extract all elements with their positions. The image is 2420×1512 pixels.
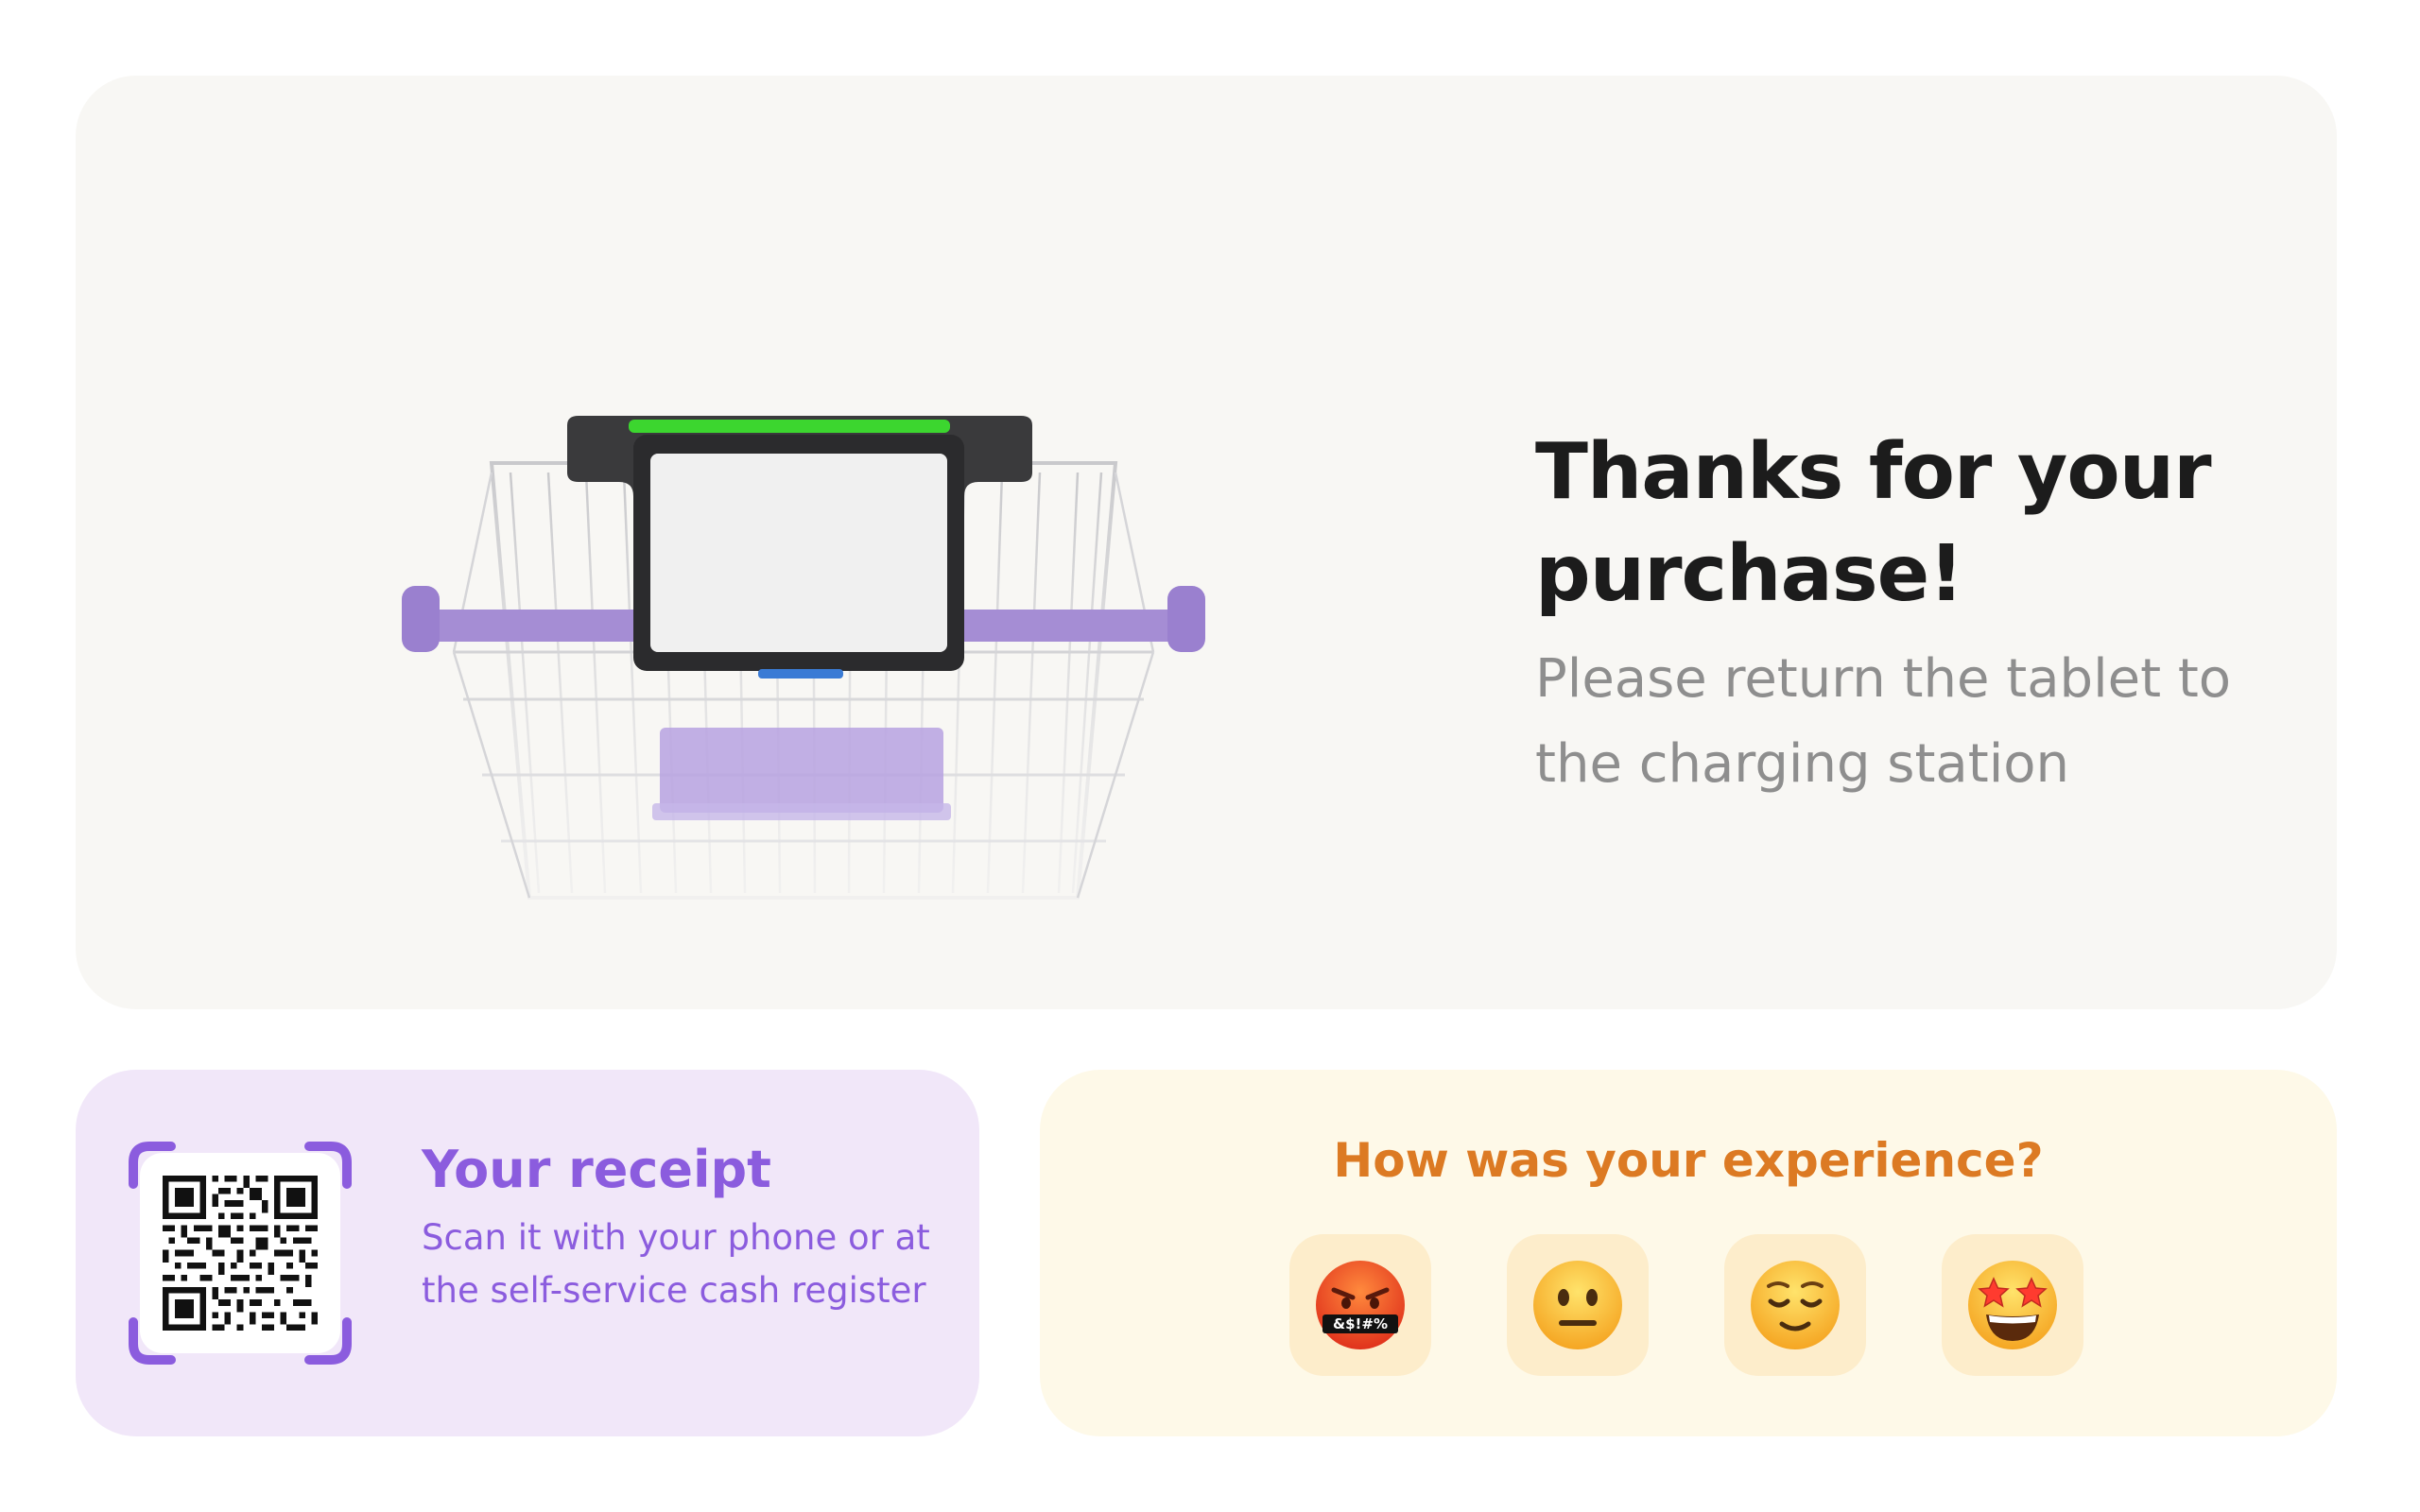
rating-good-button[interactable]	[1724, 1234, 1866, 1376]
receipt-instruction: Scan it with your phone or at the self-s…	[422, 1217, 930, 1311]
relieved-face-icon	[1751, 1261, 1840, 1349]
rating-neutral-button[interactable]	[1507, 1234, 1649, 1376]
star-struck-face-icon	[1968, 1261, 2057, 1349]
return-tablet-instruction: Please return the tablet to the charging…	[1535, 648, 2232, 795]
rating-excellent-button[interactable]	[1942, 1234, 2083, 1376]
page-title: Thanks for your purchase!	[1535, 427, 2212, 619]
checkout-complete-screen: Thanks for your purchase! Please return …	[0, 0, 2420, 1512]
neutral-face-icon	[1533, 1261, 1622, 1349]
thank-you-message: Thanks for your purchase! Please return …	[1535, 421, 2291, 807]
qr-scan-frame	[129, 1142, 352, 1365]
feedback-question: How was your experience?	[1333, 1133, 2044, 1188]
shopping-cart-illustration	[402, 416, 1205, 900]
receipt-title: Your receipt	[422, 1140, 771, 1199]
angry-swearing-face-icon: &$!#%	[1316, 1261, 1405, 1349]
thank-you-card: Thanks for your purchase! Please return …	[76, 76, 2337, 1009]
swear-symbols: &$!#%	[1333, 1315, 1388, 1332]
receipt-card[interactable]: Your receipt Scan it with your phone or …	[76, 1070, 979, 1436]
rating-very-bad-button[interactable]: &$!#%	[1289, 1234, 1431, 1376]
feedback-card: How was your experience? &$!#%	[1040, 1070, 2337, 1436]
receipt-text-block: Your receipt Scan it with your phone or …	[422, 1138, 951, 1317]
feedback-rating-row: &$!#%	[1289, 1234, 2102, 1378]
qr-code-icon	[163, 1176, 318, 1331]
